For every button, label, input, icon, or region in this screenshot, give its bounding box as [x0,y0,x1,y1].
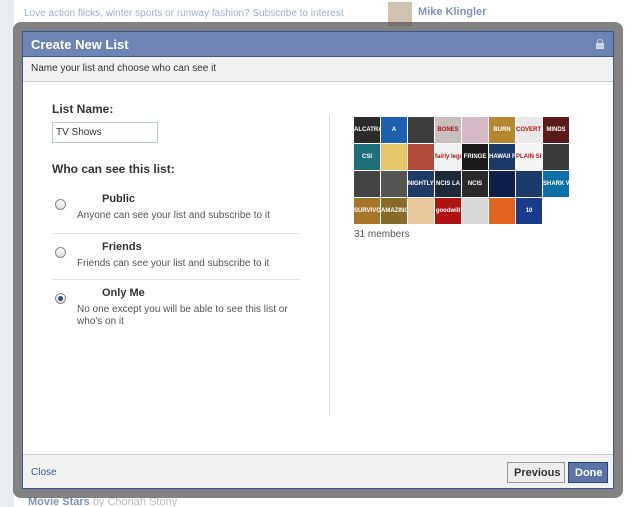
dialog-body: List Name: Who can see this list: Public… [23,82,613,454]
member-thumbnail[interactable]: BONES [435,117,461,143]
list-members-panel: ALCATRAZA BONES BURNCOVERT AFFAIRSMINDS CSI… [354,117,584,240]
list-settings-column: List Name: Who can see this list: Public… [52,102,300,340]
public-option-title: Public [102,193,136,205]
member-thumbnail[interactable]: A [381,117,407,143]
member-thumbnail[interactable]: goodwill [435,198,461,224]
member-thumbnail[interactable]: fairly legal [435,144,461,170]
member-thumbnail[interactable] [516,171,542,197]
previous-button[interactable]: Previous [507,462,565,483]
member-thumbnail[interactable]: HAWAII FIVE-O [489,144,515,170]
member-thumbnail[interactable] [462,198,488,224]
list-name-input[interactable] [52,122,158,143]
member-thumbnail[interactable]: AMAZING RACE [381,198,407,224]
member-thumbnail[interactable]: BURN [489,117,515,143]
member-thumbnail[interactable]: ALCATRAZ [354,117,380,143]
member-thumbnail[interactable] [489,198,515,224]
member-thumbnail[interactable] [462,117,488,143]
member-thumbnail[interactable] [408,144,434,170]
friends-option-desc: Friends can see your list and subscribe … [77,258,270,269]
visibility-option-friends[interactable]: Friends Friends can see your list and su… [52,234,300,280]
friends-radio[interactable] [55,247,66,258]
members-count: 31 members [354,229,410,240]
lock-icon [596,39,604,49]
create-list-dialog: Create New List Name your list and choos… [22,31,614,489]
only-me-radio[interactable] [55,293,66,304]
only-me-option-desc: No one except you will be able to see th… [77,304,288,327]
member-thumbnail[interactable]: NCIS LA [435,171,461,197]
close-link[interactable]: Close [31,467,57,478]
member-thumbnail[interactable] [489,171,515,197]
member-thumbnail[interactable]: PLAIN SIGHT [516,144,542,170]
member-thumbnail[interactable] [381,171,407,197]
member-thumbnail[interactable]: CSI [354,144,380,170]
dialog-title: Create New List [31,37,129,52]
dialog-footer: Close Previous Done [23,454,613,488]
dialog-header: Create New List [23,32,613,57]
member-thumbnail[interactable]: NIGHTLY NEWS [408,171,434,197]
member-thumbnail[interactable] [408,117,434,143]
member-thumbnail[interactable]: 10 [516,198,542,224]
only-me-option-title: Only Me [102,287,145,299]
member-thumbnail[interactable] [543,144,569,170]
member-thumbnail[interactable]: FRINGE [462,144,488,170]
member-thumbnail-grid: ALCATRAZA BONES BURNCOVERT AFFAIRSMINDS CSI… [354,117,584,224]
member-thumbnail[interactable]: MINDS [543,117,569,143]
member-thumbnail[interactable]: SURVIVOR [354,198,380,224]
member-thumbnail[interactable] [381,144,407,170]
member-thumbnail[interactable] [354,171,380,197]
public-option-desc: Anyone can see your list and subscribe t… [77,210,270,221]
visibility-option-public[interactable]: Public Anyone can see your list and subs… [52,186,300,234]
member-thumbnail[interactable]: COVERT AFFAIRS [516,117,542,143]
list-name-label: List Name: [52,102,114,116]
member-thumbnail[interactable]: SHARK WEEK [543,171,569,197]
visibility-label: Who can see this list: [52,162,175,176]
dialog-subtitle: Name your list and choose who can see it [23,57,613,82]
member-thumbnail[interactable] [408,198,434,224]
visibility-option-only-me[interactable]: Only Me No one except you will be able t… [52,280,300,340]
member-thumbnail[interactable]: NCIS [462,171,488,197]
public-radio[interactable] [55,199,66,210]
column-divider [329,116,330,416]
friends-option-title: Friends [102,241,142,253]
done-button[interactable]: Done [568,462,608,483]
